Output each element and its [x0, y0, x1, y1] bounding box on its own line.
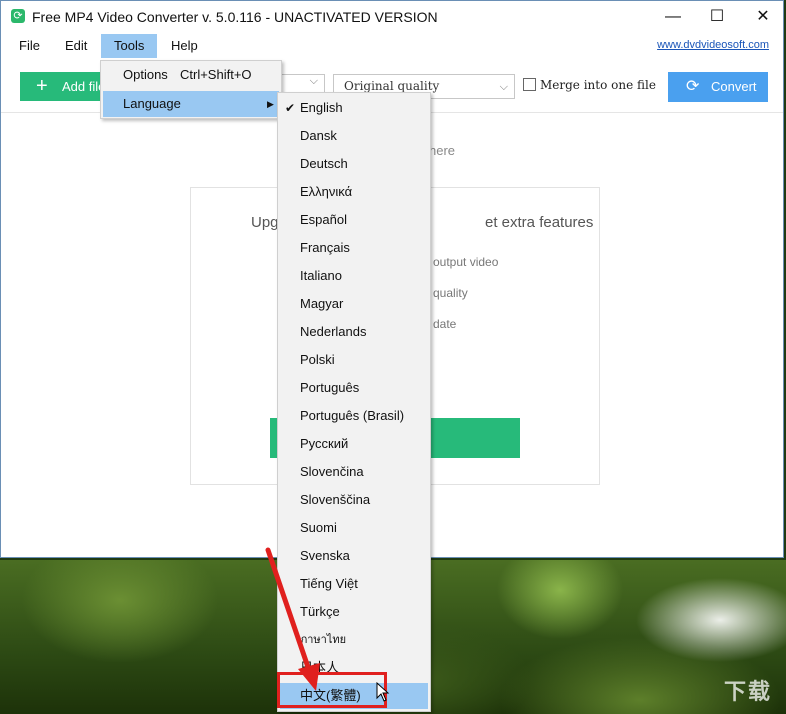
plus-icon: +: [36, 75, 48, 97]
tools-menu: Options Ctrl+Shift+O Language ▶: [100, 60, 282, 119]
language-label: English: [300, 100, 343, 115]
language-item-nederlands[interactable]: Nederlands: [280, 319, 428, 345]
language-label: Português: [300, 380, 360, 395]
drop-hint: here: [429, 143, 456, 158]
menu-item-language[interactable]: Language ▶: [103, 91, 279, 117]
options-label: Options: [123, 67, 168, 82]
language-label: Deutsch: [300, 156, 348, 171]
quality-value: Original quality: [344, 79, 440, 93]
language-item-italiano[interactable]: Italiano: [280, 263, 428, 289]
language-item-dansk[interactable]: Dansk: [280, 123, 428, 149]
feature-item: quality: [433, 286, 468, 300]
chevron-down-icon: ⌵: [499, 80, 508, 93]
language-item-deutsch[interactable]: Deutsch: [280, 151, 428, 177]
language-label: Português (Brasil): [300, 408, 405, 423]
website-link[interactable]: www.dvdvideosoft.com: [657, 39, 769, 51]
chevron-right-icon: ▶: [267, 99, 274, 109]
refresh-icon: ⟳: [686, 78, 700, 95]
language-label: Italiano: [300, 268, 342, 283]
language-item-greek[interactable]: Ελληνικά: [280, 179, 428, 205]
language-label: Language: [123, 96, 181, 111]
watermark: 下载: [723, 679, 772, 704]
add-files-label: Add file: [62, 79, 106, 94]
convert-label: Convert: [711, 79, 757, 94]
window-title: Free MP4 Video Converter v. 5.0.116 - UN…: [32, 9, 438, 25]
convert-button[interactable]: ⟳ Convert: [668, 72, 768, 102]
refresh-icon: ⟳: [11, 9, 25, 23]
language-label: Suomi: [300, 520, 337, 535]
language-item-portugues-brasil[interactable]: Português (Brasil): [280, 403, 428, 429]
mouse-cursor-icon: [376, 682, 390, 702]
options-shortcut: Ctrl+Shift+O: [180, 67, 252, 82]
menu-bar: File Edit Tools Help www.dvdvideosoft.co…: [1, 34, 783, 58]
menu-file[interactable]: File: [10, 34, 49, 58]
language-item-suomi[interactable]: Suomi: [280, 515, 428, 541]
language-item-espanol[interactable]: Español: [280, 207, 428, 233]
menu-help[interactable]: Help: [162, 34, 207, 58]
language-item-slovencina[interactable]: Slovenčina: [280, 459, 428, 485]
minimize-button[interactable]: —: [653, 5, 693, 29]
language-label: Français: [300, 240, 350, 255]
upgrade-title: Upg et extra features: [251, 214, 593, 231]
language-label: Nederlands: [300, 324, 367, 339]
upgrade-title-right: et extra features: [485, 214, 594, 231]
language-label: Dansk: [300, 128, 337, 143]
upgrade-title-left: Upg: [251, 214, 279, 231]
language-item-portugues[interactable]: Português: [280, 375, 428, 401]
language-label: Polski: [300, 352, 335, 367]
chevron-down-icon: ⌵: [309, 75, 318, 87]
feature-item: output video: [433, 255, 499, 269]
language-label: Русский: [300, 436, 349, 451]
language-item-francais[interactable]: Français: [280, 235, 428, 261]
maximize-button[interactable]: ☐: [697, 5, 737, 29]
menu-tools[interactable]: Tools: [101, 34, 158, 58]
language-label: Magyar: [300, 296, 344, 311]
language-item-magyar[interactable]: Magyar: [280, 291, 428, 317]
title-bar: ⟳ Free MP4 Video Converter v. 5.0.116 - …: [1, 1, 783, 33]
check-icon: ✔: [285, 101, 296, 115]
menu-item-options[interactable]: Options Ctrl+Shift+O: [103, 62, 279, 88]
language-label: Ελληνικά: [300, 184, 353, 199]
language-label: Slovenščina: [300, 492, 371, 507]
checkbox-box[interactable]: [523, 78, 536, 91]
language-item-russian[interactable]: Русский: [280, 431, 428, 457]
feature-item: date: [433, 317, 457, 331]
language-item-polski[interactable]: Polski: [280, 347, 428, 373]
language-item-slovenscina[interactable]: Slovenščina: [280, 487, 428, 513]
menu-edit[interactable]: Edit: [56, 34, 96, 58]
close-button[interactable]: ✕: [743, 5, 783, 29]
merge-label: Merge into one file: [540, 78, 656, 92]
language-label: Slovenčina: [300, 464, 364, 479]
language-label: Español: [300, 212, 347, 227]
language-item-english[interactable]: ✔ English: [280, 95, 428, 121]
red-arrow-icon: [265, 547, 320, 691]
merge-checkbox[interactable]: Merge into one file: [523, 78, 656, 92]
